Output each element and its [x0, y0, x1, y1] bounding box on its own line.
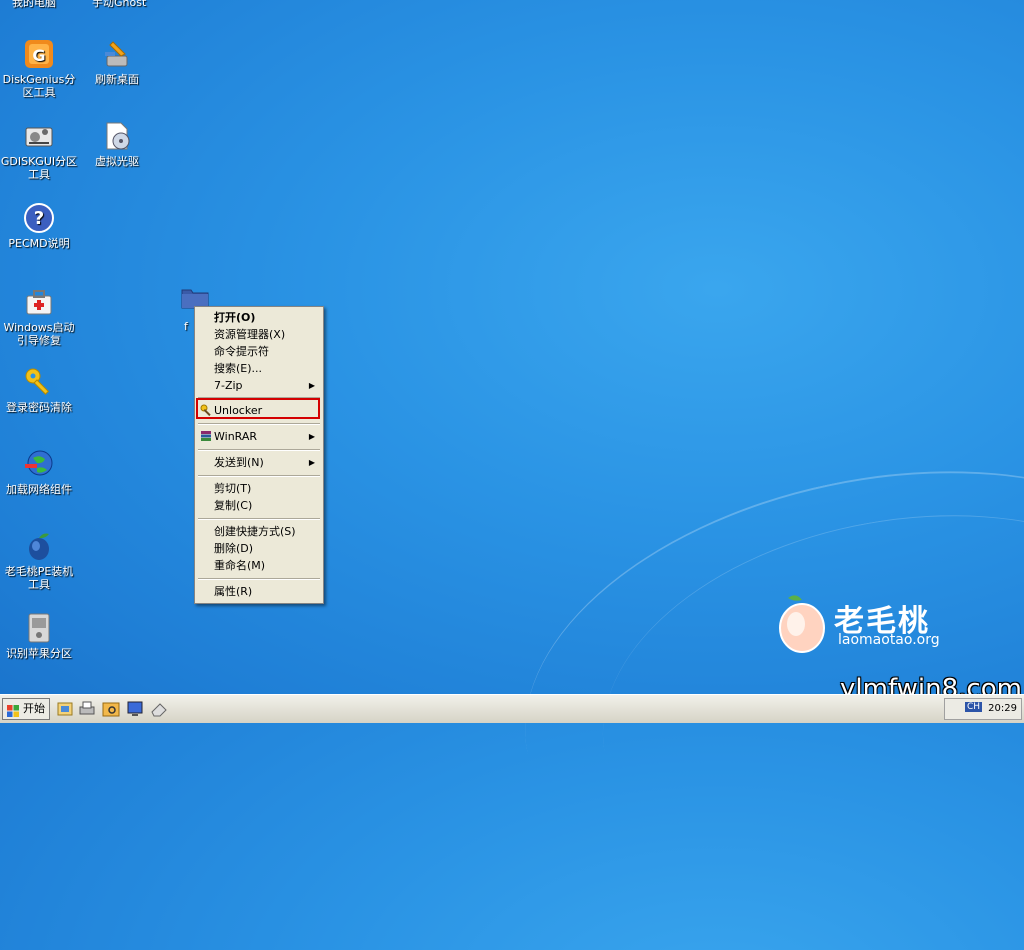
desktop-icon-virtual-drive[interactable]: 虚拟光驱	[78, 120, 156, 168]
menu-item-create-shortcut[interactable]: 创建快捷方式(S)	[197, 523, 321, 540]
menu-item-properties[interactable]: 属性(R)	[197, 583, 321, 600]
menu-item-send-to[interactable]: 发送到(N) ▶	[197, 454, 321, 471]
windows-flag-icon	[7, 704, 19, 717]
svg-text:?: ?	[34, 208, 44, 229]
peach-icon	[776, 594, 828, 654]
menu-item-search[interactable]: 搜索(E)...	[197, 360, 321, 377]
desktop-icon-refresh[interactable]: 刷新桌面	[78, 38, 156, 86]
unlocker-wand-icon	[200, 404, 212, 417]
menu-item-copy[interactable]: 复制(C)	[197, 497, 321, 514]
desktop-icon-network[interactable]: 加载网络组件	[0, 448, 78, 496]
desktop-icon-diskgenius[interactable]: G DiskGenius分区工具	[0, 38, 78, 99]
menu-separator	[198, 475, 320, 477]
menu-item-7zip[interactable]: 7-Zip ▶	[197, 377, 321, 394]
peach-installer-icon	[23, 530, 55, 562]
submenu-arrow-icon: ▶	[308, 381, 315, 390]
desktop-icon-label[interactable]: 手动Ghost	[92, 0, 146, 10]
context-menu: 打开(O) 资源管理器(X) 命令提示符 搜索(E)... 7-Zip ▶ Unl…	[194, 306, 324, 604]
menu-item-explorer[interactable]: 资源管理器(X)	[197, 326, 321, 343]
quicklaunch-explorer-icon[interactable]	[102, 700, 120, 718]
refresh-desktop-icon	[101, 38, 133, 70]
help-icon: ?	[23, 202, 55, 234]
menu-item-open[interactable]: 打开(O)	[197, 309, 321, 326]
desktop-icon-pecmd[interactable]: ? PECMD说明	[0, 202, 78, 250]
menu-separator	[198, 449, 320, 451]
desktop-icon-boot-repair[interactable]: Windows启动引导修复	[0, 286, 78, 347]
quicklaunch-printer-icon[interactable]	[78, 700, 96, 718]
apple-partition-icon	[23, 612, 55, 644]
menu-item-unlocker[interactable]: Unlocker	[197, 402, 321, 419]
menu-item-delete[interactable]: 删除(D)	[197, 540, 321, 557]
clock[interactable]: 20:29	[988, 703, 1017, 714]
diskgenius-icon: G	[23, 38, 55, 70]
start-button[interactable]: 开始	[2, 698, 50, 720]
gdiskgui-icon	[23, 120, 55, 152]
submenu-arrow-icon: ▶	[308, 432, 315, 441]
menu-item-winrar[interactable]: WinRAR ▶	[197, 428, 321, 445]
menu-separator	[198, 578, 320, 580]
winrar-icon	[200, 430, 212, 442]
brand-url: laomaotao.org	[838, 632, 940, 648]
quicklaunch-monitor-icon[interactable]	[126, 700, 144, 718]
desktop-icon-apple-partition[interactable]: 识别苹果分区	[0, 612, 78, 660]
desktop-icon-peach-installer[interactable]: 老毛桃PE装机工具	[0, 530, 78, 591]
desktop-icon-password-clear[interactable]: 登录密码清除	[0, 366, 78, 414]
menu-separator	[198, 423, 320, 425]
ime-indicator[interactable]: CH	[965, 702, 983, 712]
system-tray: CH 20:29	[944, 698, 1022, 720]
taskbar: 开始 CH 20:29	[0, 694, 1024, 723]
folder-label[interactable]: f	[184, 320, 188, 333]
menu-item-cut[interactable]: 剪切(T)	[197, 480, 321, 497]
boot-repair-icon	[23, 286, 55, 318]
key-icon	[23, 366, 55, 398]
quicklaunch-eraser-icon[interactable]	[150, 700, 168, 718]
desktop-icon-gdiskgui[interactable]: GDISKGUI分区工具	[0, 120, 78, 181]
submenu-arrow-icon: ▶	[308, 458, 315, 467]
menu-item-cmd[interactable]: 命令提示符	[197, 343, 321, 360]
network-globe-icon	[23, 448, 55, 480]
desktop-icon-label[interactable]: 我的电脑	[12, 0, 56, 10]
quicklaunch-tool-icon[interactable]	[56, 700, 74, 718]
virtual-drive-icon	[101, 120, 133, 152]
menu-separator	[198, 518, 320, 520]
svg-text:G: G	[32, 46, 45, 65]
menu-item-rename[interactable]: 重命名(M)	[197, 557, 321, 574]
